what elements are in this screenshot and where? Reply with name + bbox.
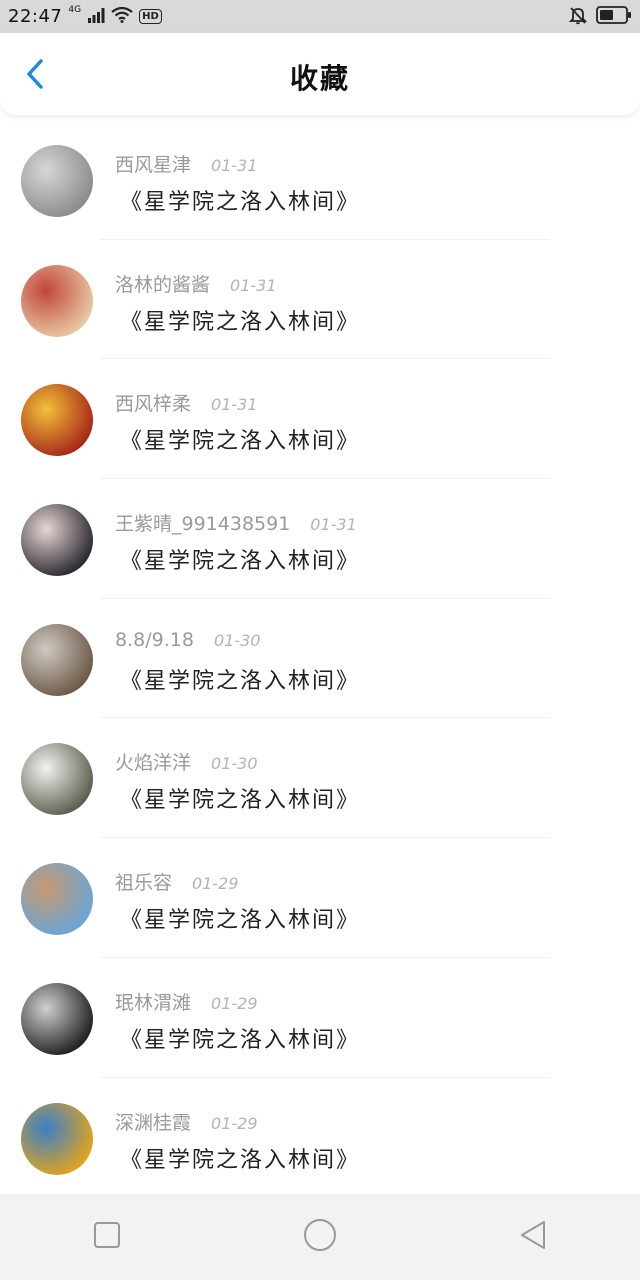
avatar (21, 1102, 93, 1175)
square-icon (93, 1221, 121, 1253)
list-item[interactable]: 洛林的酱酱 01-31 《星学院之洛入林间》 (0, 240, 640, 360)
status-left: 22:47 4G HD (8, 6, 162, 27)
system-nav-bar (0, 1194, 640, 1280)
app-header: 收藏 (0, 33, 640, 115)
bell-muted-icon (568, 5, 588, 29)
item-meta: 王紫晴_991438591 01-31 (115, 509, 357, 536)
username[interactable]: 火焰洋洋 (115, 748, 191, 775)
page-title: 收藏 (289, 62, 350, 95)
date: 01-31 (211, 395, 258, 415)
avatar (21, 145, 93, 217)
item-meta: 祖乐容 01-29 (115, 868, 239, 895)
favorite-title[interactable]: 《星学院之洛入林间》 (120, 902, 360, 934)
date: 01-30 (213, 630, 261, 650)
date: 01-31 (230, 275, 277, 295)
recent-apps-button[interactable] (77, 1207, 137, 1267)
item-meta: 8.8/9.18 01-30 (115, 629, 260, 651)
date: 01-31 (310, 515, 357, 535)
username[interactable]: 珉林渭滩 (115, 988, 191, 1015)
avatar (21, 743, 93, 816)
wifi-icon (111, 6, 133, 27)
username[interactable]: 祖乐容 (115, 868, 172, 895)
list-item[interactable]: 火焰洋洋 01-30 《星学院之洛入林间》 (0, 718, 640, 839)
avatar (21, 863, 93, 936)
list-item[interactable]: 祖乐容 01-29 《星学院之洛入林间》 (0, 838, 640, 958)
list-item[interactable]: 珉林渭滩 01-29 《星学院之洛入林间》 (0, 958, 640, 1078)
avatar (21, 384, 93, 457)
favorite-title[interactable]: 《星学院之洛入林间》 (120, 184, 360, 216)
home-button[interactable] (290, 1207, 350, 1267)
status-bar: 22:47 4G HD (0, 0, 640, 33)
date: 01-29 (211, 1113, 258, 1133)
username[interactable]: 8.8/9.18 (115, 629, 194, 651)
favorite-title[interactable]: 《星学院之洛入林间》 (120, 663, 360, 695)
item-meta: 火焰洋洋 01-30 (115, 748, 258, 775)
avatar (21, 982, 93, 1055)
username[interactable]: 西风梓柔 (115, 389, 191, 416)
status-time: 22:47 (8, 6, 63, 27)
favorite-title[interactable]: 《星学院之洛入林间》 (120, 423, 360, 455)
favorite-title[interactable]: 《星学院之洛入林间》 (120, 1142, 360, 1174)
username[interactable]: 深渊桂霞 (115, 1108, 191, 1135)
network-type: 4G (68, 5, 82, 15)
username[interactable]: 西风星津 (115, 150, 191, 177)
list-item[interactable]: 王紫晴_991438591 01-31 《星学院之洛入林间》 (0, 479, 640, 599)
signal-icon (87, 7, 105, 27)
item-meta: 西风星津 01-31 (115, 150, 258, 177)
list-item[interactable]: 8.8/9.18 01-30 《星学院之洛入林间》 (0, 599, 640, 719)
favorite-title[interactable]: 《星学院之洛入林间》 (120, 1022, 360, 1054)
back-nav-button[interactable] (503, 1207, 563, 1267)
item-meta: 深渊桂霞 01-29 (115, 1108, 258, 1135)
list-item[interactable]: 西风梓柔 01-31 《星学院之洛入林间》 (0, 359, 640, 480)
date: 01-31 (211, 156, 258, 175)
list-item[interactable]: 西风星津 01-31 《星学院之洛入林间》 (0, 120, 640, 240)
favorite-title[interactable]: 《星学院之洛入林间》 (120, 782, 360, 814)
avatar (21, 623, 93, 696)
favorite-title[interactable]: 《星学院之洛入林间》 (120, 543, 360, 575)
circle-icon (303, 1218, 337, 1256)
username[interactable]: 王紫晴_991438591 (115, 509, 290, 536)
hd-icon: HD (139, 9, 162, 24)
date: 01-29 (211, 993, 258, 1013)
favorites-list: 西风星津 01-31 《星学院之洛入林间》 洛林的酱酱 01-31 《星学院之洛… (0, 120, 640, 1197)
date: 01-30 (211, 754, 258, 774)
username[interactable]: 洛林的酱酱 (115, 270, 210, 297)
triangle-back-icon (518, 1219, 548, 1255)
item-meta: 珉林渭滩 01-29 (115, 988, 258, 1015)
item-meta: 西风梓柔 01-31 (115, 389, 258, 416)
list-item[interactable]: 深渊桂霞 01-29 《星学院之洛入林间》 (0, 1078, 640, 1198)
avatar (21, 264, 93, 337)
status-right (568, 5, 632, 29)
battery-icon (596, 5, 632, 28)
avatar (21, 504, 93, 577)
item-meta: 洛林的酱酱 01-31 (115, 270, 277, 297)
date: 01-29 (192, 874, 239, 894)
favorite-title[interactable]: 《星学院之洛入林间》 (120, 304, 360, 336)
